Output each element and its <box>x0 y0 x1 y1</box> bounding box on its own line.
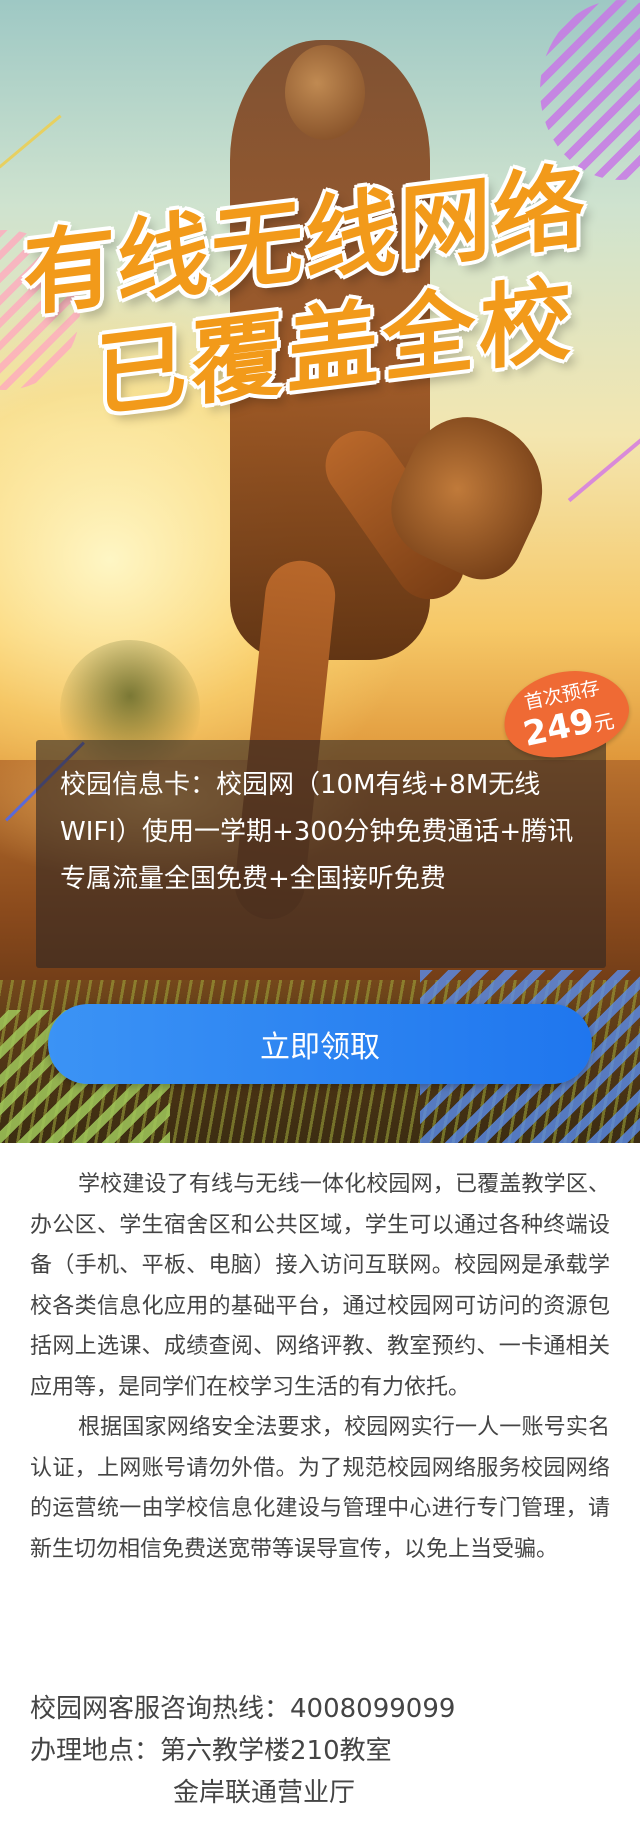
decor-line-yellow <box>0 114 62 169</box>
contact-info: 校园网客服咨询热线：4008099099 办理地点：第六教学楼210教室 金岸联… <box>30 1688 610 1814</box>
location-text-2: 金岸联通营业厅 <box>173 1778 356 1808</box>
runner-head <box>285 45 365 140</box>
hotline-text: 校园网客服咨询热线：4008099099 <box>30 1694 456 1724</box>
hero-headline: 有线无线网络 已覆盖全校 <box>0 146 640 445</box>
info-card: 校园信息卡：校园网（10M有线+8M无线WIFI）使用一学期+300分钟免费通话… <box>36 740 606 968</box>
location-text: 办理地点：第六教学楼210教室 <box>30 1736 392 1766</box>
intro-paragraph-1: 学校建设了有线与无线一体化校园网，已覆盖教学区、办公区、学生宿舍区和公共区域，学… <box>30 1172 610 1400</box>
claim-now-button[interactable]: 立即领取 <box>48 1004 592 1084</box>
intro-content: 学校建设了有线与无线一体化校园网，已覆盖教学区、办公区、学生宿舍区和公共区域，学… <box>30 1165 610 1570</box>
hero-banner: 有线无线网络 已覆盖全校 校园信息卡：校园网（10M有线+8M无线WIFI）使用… <box>0 0 640 1143</box>
info-card-text: 校园信息卡：校园网（10M有线+8M无线WIFI）使用一学期+300分钟免费通话… <box>60 770 574 894</box>
intro-paragraph-2: 根据国家网络安全法要求，校园网实行一人一账号实名认证，上网账号请勿外借。为了规范… <box>30 1415 610 1562</box>
decor-line-pink <box>567 421 640 503</box>
badge-price-unit: 元 <box>591 708 617 737</box>
price-badge: 首次预存 249元 <box>495 659 637 769</box>
